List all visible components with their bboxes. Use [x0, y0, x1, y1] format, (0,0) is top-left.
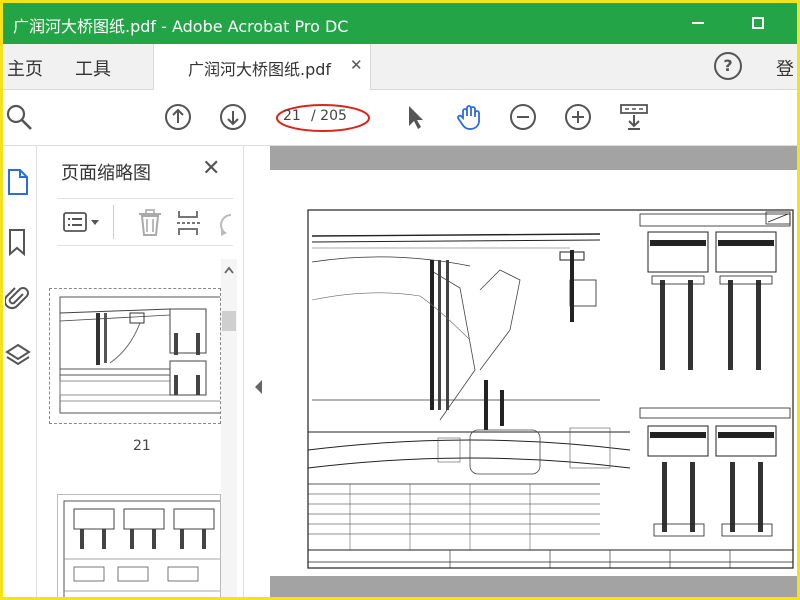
thumbnail-list: 21 [37, 256, 235, 597]
close-panel-icon[interactable]: ✕ [202, 156, 220, 181]
previous-page-icon[interactable] [164, 103, 192, 131]
thumbnail-scrollbar[interactable] [221, 259, 237, 597]
panel-toolbar [57, 198, 233, 246]
help-icon[interactable]: ? [714, 52, 742, 80]
title-bar: 广润河大桥图纸.pdf - Adobe Acrobat Pro DC [3, 3, 797, 44]
zoom-out-icon[interactable] [509, 103, 537, 131]
hand-tool-icon[interactable] [455, 103, 483, 131]
thumbnail-drawing-next [63, 500, 225, 597]
delete-icon[interactable] [137, 209, 163, 237]
navigation-rail [3, 146, 37, 597]
home-menu[interactable]: 主页 [7, 55, 43, 81]
zoom-in-icon[interactable] [564, 103, 592, 131]
bridge-drawing [307, 209, 794, 569]
page-thumbnails-icon[interactable] [5, 168, 31, 196]
maximize-button[interactable] [743, 11, 773, 35]
rotate-icon[interactable] [217, 209, 233, 237]
minimize-button[interactable] [683, 11, 713, 35]
layers-icon[interactable] [5, 342, 31, 370]
total-pages: / 205 [311, 108, 347, 124]
tools-menu[interactable]: 工具 [75, 55, 111, 81]
close-tab-icon[interactable]: ✕ [350, 56, 363, 74]
toolbar-divider [113, 205, 114, 239]
thumbnail-page-21[interactable] [49, 288, 231, 424]
scrollbar-thumb[interactable] [222, 311, 236, 331]
current-page-input[interactable]: 21 [283, 108, 301, 124]
document-view[interactable] [270, 146, 797, 597]
login-link[interactable]: 登 [776, 55, 794, 81]
document-tab-label: 广润河大桥图纸.pdf [188, 60, 332, 79]
thumbnail-drawing [59, 296, 231, 414]
main-toolbar: 21 / 205 [3, 90, 797, 146]
tab-bar: 主页 工具 广润河大桥图纸.pdf ✕ ? 登 [3, 44, 797, 90]
page-navigator: 21 / 205 [275, 102, 370, 132]
attachment-icon[interactable] [5, 284, 31, 312]
panel-title: 页面缩略图 [61, 163, 151, 184]
maximize-icon [752, 17, 764, 29]
page-thumbnails-panel: 页面缩略图 ✕ 21 [37, 146, 244, 597]
page-gap [270, 146, 797, 170]
thumbnail-page-22[interactable] [57, 494, 225, 597]
scroll-up-icon[interactable] [221, 263, 237, 277]
scroll-mode-icon[interactable] [619, 103, 649, 131]
bookmark-icon[interactable] [5, 228, 31, 256]
pdf-page [270, 170, 797, 576]
insert-page-icon[interactable] [175, 209, 203, 237]
window-title: 广润河大桥图纸.pdf - Adobe Acrobat Pro DC [13, 17, 349, 36]
document-tab[interactable]: 广润河大桥图纸.pdf ✕ [153, 44, 371, 90]
select-arrow-icon[interactable] [401, 103, 429, 131]
panel-splitter[interactable] [244, 146, 270, 597]
thumbnail-label: 21 [133, 438, 151, 454]
options-menu-icon[interactable] [63, 211, 103, 235]
acrobat-window: 广润河大桥图纸.pdf - Adobe Acrobat Pro DC 主页 工具… [0, 0, 800, 600]
next-page-icon[interactable] [219, 103, 247, 131]
search-icon[interactable] [5, 103, 33, 131]
minimize-icon [692, 22, 704, 24]
